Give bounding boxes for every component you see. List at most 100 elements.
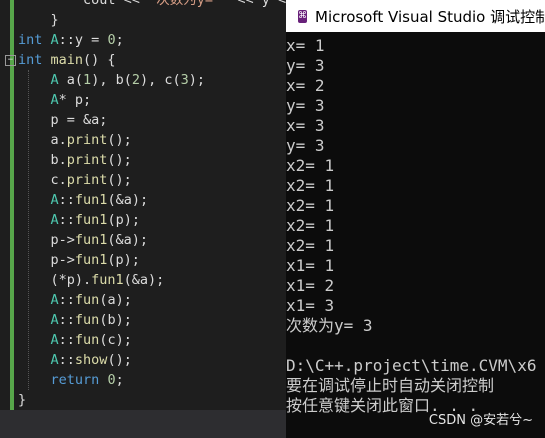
vs-icon: ⌘ [298,9,307,23]
code-line[interactable]: cout << "次数为y= " << y << endl; [18,0,290,10]
code-editor[interactable]: − cout << "次数为y= " << y << endl; } int A:… [0,0,290,438]
code-line[interactable]: b.print(); [18,150,290,170]
console-output-line: x2= 1 [286,196,335,215]
code-token: A [50,72,59,88]
code-line[interactable]: A::fun1(&a); [18,190,290,210]
console-output-line: x1= 1 [286,256,335,275]
code-line[interactable]: } [18,10,290,30]
code-token: b. [50,152,67,168]
code-line[interactable]: int main() { [18,50,290,70]
code-token: (&a); [123,272,165,288]
code-token: int [18,52,43,68]
code-token: fun [74,312,100,328]
code-token: * p; [58,92,92,108]
code-token: (); [107,172,132,188]
code-token: A [50,332,59,348]
console-output-line: 次数为y= 3 [286,316,373,335]
code-token: :: [58,312,75,328]
console-output: x= 1 y= 3 x= 2 y= 3 x= 3 y= 3 x2= 1 x2= 1 x2= 1x… [286,36,536,416]
debug-console-window[interactable]: ⌘ Microsoft Visual Studio 调试控制 x= 1 y= 3x… [286,0,545,438]
code-token: A [50,352,59,368]
code-token: ); [188,72,206,88]
code-line[interactable]: p->fun1(p); [18,250,290,270]
code-token: fun1 [74,212,108,228]
code-token: print [66,172,108,188]
code-token: a. [50,132,67,148]
code-token: A [50,92,59,108]
code-token: A [50,192,59,208]
code-token: (p); [107,252,140,268]
code-token: 2 [131,72,140,88]
code-line[interactable]: return 0; [18,370,290,390]
code-line[interactable]: A::show(); [18,350,290,370]
code-line[interactable]: p = &a; [18,110,290,130]
code-line[interactable]: int A::y = 0; [18,30,290,50]
code-token: A [50,212,59,228]
code-line[interactable]: A* p; [18,90,290,110]
code-token: fun [74,292,100,308]
console-output-line: x= 1 [286,36,325,55]
code-line[interactable]: a.print(); [18,130,290,150]
code-token: A [50,312,59,328]
editor-bottom-strip [0,410,290,438]
code-line[interactable]: } [18,390,290,410]
code-token: fun1 [74,252,108,268]
code-token: (c); [99,332,132,348]
code-token: fun [74,332,100,348]
code-line[interactable]: A::fun(b); [18,310,290,330]
code-token: fun1 [74,232,108,248]
code-token: :: [58,332,75,348]
code-token: () { [83,52,116,68]
code-token: show [74,352,108,368]
console-output-line: y= 3 [286,56,325,75]
console-output-line: x2= 1 [286,236,335,255]
code-token: A [50,292,59,308]
code-line[interactable]: A::fun(c); [18,330,290,350]
code-line[interactable]: p->fun1(&a); [18,230,290,250]
code-token: :: [58,352,75,368]
code-token: print [66,132,108,148]
code-line[interactable]: A a(1), b(2), c(3); [18,70,290,90]
console-output-line [286,336,536,356]
code-content[interactable]: cout << "次数为y= " << y << endl; }int A::y… [18,0,290,410]
console-titlebar[interactable]: ⌘ Microsoft Visual Studio 调试控制 [286,0,545,32]
code-token: } [50,12,59,28]
code-token: (b); [99,312,132,328]
code-line[interactable]: A::fun(a); [18,290,290,310]
code-token: fun1 [74,192,108,208]
watermark: CSDN @安若兮~ [428,413,533,428]
code-token: :: [58,292,75,308]
console-output-line: y= 3 [286,136,325,155]
code-line[interactable]: (*p).fun1(&a); [18,270,290,290]
code-token: p-> [50,252,75,268]
code-token: (*p). [50,272,92,288]
code-token: << y << endl; [237,0,290,8]
fold-toggle-icon[interactable]: − [5,55,16,66]
console-output-line: 要在调试停止时自动关闭控制 [286,376,495,395]
code-token: p-> [50,232,75,248]
code-token: (&a); [107,232,149,248]
code-line[interactable]: A::fun1(p); [18,210,290,230]
code-token: "次数为y= " [148,0,230,8]
code-token: print [66,152,108,168]
code-token: (p); [107,212,140,228]
code-token: main [50,52,84,68]
console-output-line: x= 3 [286,116,325,135]
code-token: } [18,392,27,408]
code-token: ; [115,32,124,48]
code-token: ), c( [139,72,181,88]
code-line[interactable]: c.print(); [18,170,290,190]
console-output-line: x= 2 [286,76,325,95]
